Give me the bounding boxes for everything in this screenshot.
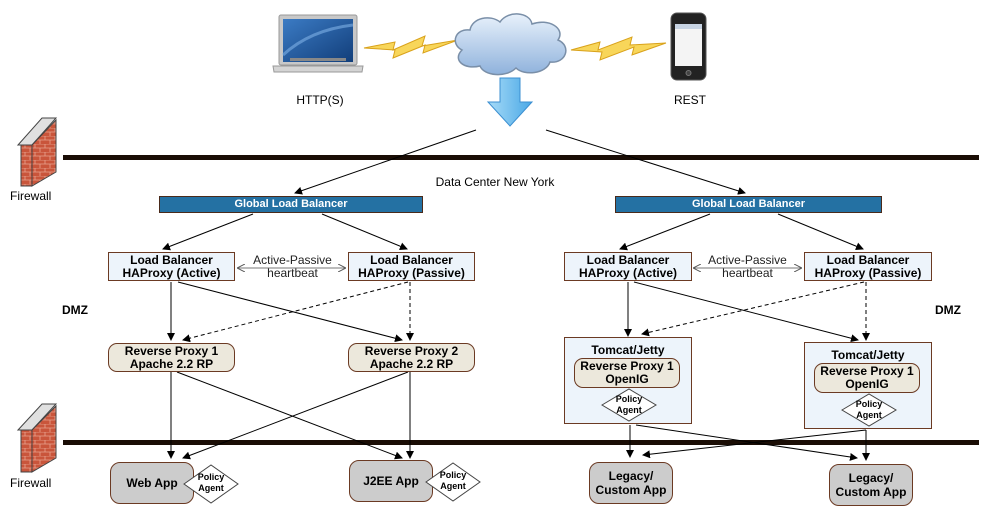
legacy1-line2: Custom App: [595, 483, 667, 497]
reverse-proxy-openig-1[interactable]: Reverse Proxy 1 OpenIG: [574, 358, 680, 388]
agent-line1: Policy: [439, 470, 467, 480]
heartbeat-label-right: Active-Passive heartbeat: [700, 254, 795, 280]
firewall-label-top: Firewall: [10, 189, 52, 203]
lb-passive-right-line2: HAProxy (Passive): [814, 266, 922, 280]
edge-lba-to-rp2-left: [177, 281, 403, 343]
firewall-icon-top: [16, 117, 58, 187]
policy-agent-label: Policy Agent: [428, 470, 478, 492]
lb-active-left-line2: HAProxy (Active): [122, 266, 221, 280]
firewall-icon-bottom: [16, 403, 58, 473]
agent-line2: Agent: [198, 483, 224, 493]
legacy2-line2: Custom App: [835, 485, 907, 499]
lb-passive-right[interactable]: Load Balancer HAProxy (Passive): [804, 252, 932, 281]
policy-agent-label: Policy Agent: [844, 399, 894, 421]
agent-line1: Policy: [197, 472, 225, 482]
agent-line1: Policy: [615, 394, 643, 404]
firewall-line-top: [63, 155, 979, 160]
lightning-left-icon: [363, 35, 459, 59]
tomcat-container-2[interactable]: Tomcat/Jetty Reverse Proxy 1 OpenIG Poli…: [804, 342, 932, 429]
policy-agent-label: Policy Agent: [604, 394, 654, 416]
j2ee-app-node[interactable]: J2EE App: [349, 460, 433, 502]
edge-cloud-to-glb-right: [545, 129, 746, 195]
legacy2-line1: Legacy/: [848, 471, 894, 485]
edge-glb-to-lb-passive-right: [777, 213, 864, 251]
reverse-proxy-1-left[interactable]: Reverse Proxy 1 Apache 2.2 RP: [108, 343, 235, 372]
lb-passive-left[interactable]: Load Balancer HAProxy (Passive): [348, 252, 475, 281]
smartphone-icon: [670, 12, 707, 81]
agent-line2: Agent: [856, 410, 882, 420]
down-arrow-icon: [486, 77, 534, 127]
tomcat-title-1: Tomcat/Jetty: [591, 343, 665, 357]
agent-line1: Policy: [855, 399, 883, 409]
agent-line2: Agent: [616, 405, 642, 415]
heartbeat-line2: heartbeat: [267, 266, 318, 280]
laptop-label: HTTP(S): [296, 93, 344, 107]
heartbeat-line2: heartbeat: [722, 266, 773, 280]
legacy-app-node-1[interactable]: Legacy/ Custom App: [589, 462, 673, 504]
openig1-line2: OpenIG: [605, 372, 649, 386]
edge-rp1-to-j2ee: [176, 371, 403, 460]
legacy-app-node-2[interactable]: Legacy/ Custom App: [829, 464, 913, 506]
policy-agent-label: Policy Agent: [186, 472, 236, 494]
reverse-proxy-openig-2[interactable]: Reverse Proxy 1 OpenIG: [814, 363, 920, 393]
edge-rp2-to-webapp: [182, 371, 409, 460]
datacenter-label: Data Center New York: [435, 175, 555, 189]
lb-passive-left-line2: HAProxy (Passive): [358, 266, 465, 280]
dmz-label-left: DMZ: [62, 303, 88, 317]
reverse-proxy-2-left[interactable]: Reverse Proxy 2 Apache 2.2 RP: [348, 343, 475, 372]
legacy1-line1: Legacy/: [608, 469, 654, 483]
global-load-balancer-left[interactable]: Global Load Balancer: [159, 196, 423, 213]
rp1-left-line2: Apache 2.2 RP: [129, 357, 214, 371]
edge-glb-to-lb-active-left: [162, 213, 254, 251]
lb-active-left[interactable]: Load Balancer HAProxy (Active): [108, 252, 235, 281]
dmz-label-right: DMZ: [935, 303, 961, 317]
edge-glb-to-lb-passive-left: [321, 213, 408, 251]
internet-cloud-icon: [454, 13, 567, 76]
rp2-left-line2: Apache 2.2 RP: [369, 357, 454, 371]
edge-lbp-to-tomcat1: [641, 281, 865, 337]
openig2-line2: OpenIG: [845, 377, 889, 391]
laptop-icon: [272, 14, 364, 73]
phone-label: REST: [673, 93, 706, 107]
tomcat-container-1[interactable]: Tomcat/Jetty Reverse Proxy 1 OpenIG Poli…: [564, 337, 692, 424]
tomcat-title-2: Tomcat/Jetty: [831, 348, 905, 362]
firewall-line-bottom: [63, 440, 979, 445]
lb-active-right-line2: HAProxy (Active): [578, 266, 678, 280]
lightning-right-icon: [570, 36, 667, 61]
heartbeat-label-left: Active-Passive heartbeat: [245, 254, 340, 280]
edge-lba-to-tomcat2: [633, 281, 859, 343]
edge-lbp-to-rp1-left: [182, 281, 409, 343]
agent-line2: Agent: [440, 481, 466, 491]
lb-active-right[interactable]: Load Balancer HAProxy (Active): [564, 252, 692, 281]
global-load-balancer-right[interactable]: Global Load Balancer: [615, 196, 882, 213]
firewall-label-bottom: Firewall: [10, 476, 52, 490]
web-app-node[interactable]: Web App: [110, 462, 194, 504]
edge-glb-to-lb-active-right: [619, 213, 711, 251]
